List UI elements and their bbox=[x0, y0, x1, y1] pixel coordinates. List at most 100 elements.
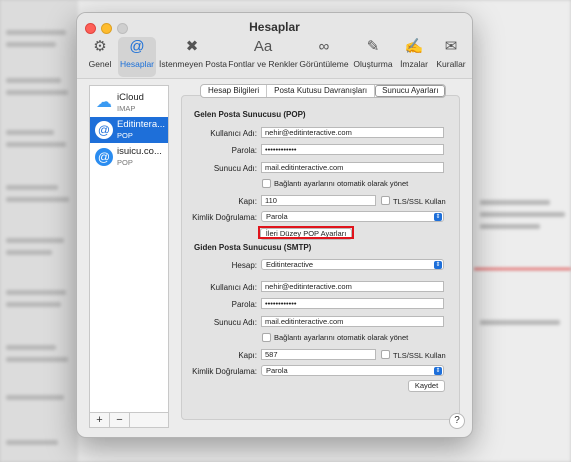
background-text bbox=[6, 142, 66, 147]
toolbar-label: Oluşturma bbox=[353, 59, 393, 69]
outgoing-port-field[interactable]: 587 bbox=[261, 349, 376, 360]
incoming-username-label: Kullanıcı Adı: bbox=[210, 129, 257, 138]
background-text bbox=[6, 250, 52, 255]
account-type: IMAP bbox=[117, 104, 136, 113]
incoming-server-field[interactable]: mail.editinteractive.com bbox=[261, 162, 444, 173]
background-text bbox=[6, 78, 61, 83]
background-text bbox=[6, 290, 66, 295]
background-text bbox=[480, 200, 550, 205]
highlight-box bbox=[258, 226, 354, 239]
rules-icon: ✉ bbox=[444, 38, 458, 55]
outgoing-account-label: Hesap: bbox=[231, 261, 257, 270]
outgoing-username-field[interactable]: nehir@editinteractive.com bbox=[261, 281, 444, 292]
outgoing-password-field[interactable]: •••••••••••• bbox=[261, 298, 444, 309]
outgoing-password-label: Parola: bbox=[231, 300, 257, 309]
outgoing-auto-manage-label: Bağlantı ayarlarını otomatik olarak yöne… bbox=[274, 333, 409, 342]
incoming-tls-label: TLS/SSL Kullan bbox=[393, 197, 446, 206]
gear-icon: ⚙ bbox=[93, 38, 107, 55]
signature-icon: ✍ bbox=[404, 38, 424, 55]
toolbar-signatures[interactable]: ✍ İmzalar bbox=[396, 37, 432, 77]
outgoing-auto-manage-checkbox[interactable] bbox=[262, 333, 271, 342]
fonts-icon: Aa bbox=[253, 38, 273, 55]
save-button[interactable]: Kaydet bbox=[408, 380, 445, 392]
chevron-updown-icon: ⇕ bbox=[434, 367, 442, 375]
incoming-auto-manage-checkbox[interactable] bbox=[262, 179, 271, 188]
outgoing-tls-label: TLS/SSL Kullan bbox=[393, 351, 446, 360]
toolbar-rules[interactable]: ✉ Kurallar bbox=[433, 37, 469, 77]
toolbar-fonts-colors[interactable]: Aa Fontlar ve Renkler bbox=[227, 37, 299, 77]
background-text bbox=[6, 395, 64, 400]
background-text bbox=[6, 440, 58, 445]
add-account-button[interactable]: + bbox=[90, 413, 110, 427]
at-icon: @ bbox=[95, 148, 113, 166]
background-text bbox=[6, 302, 61, 307]
outgoing-server-label: Sunucu Adı: bbox=[213, 318, 257, 327]
account-type: POP bbox=[117, 131, 133, 140]
toolbar-viewing[interactable]: ∞ Görüntüleme bbox=[299, 37, 349, 77]
incoming-auth-select[interactable]: Parola ⇕ bbox=[261, 211, 444, 222]
incoming-auto-manage-label: Bağlantı ayarlarını otomatik olarak yöne… bbox=[274, 179, 409, 188]
incoming-password-field[interactable]: •••••••••••• bbox=[261, 144, 444, 155]
background-text bbox=[6, 238, 64, 243]
incoming-password-label: Parola: bbox=[231, 146, 257, 155]
help-button[interactable]: ? bbox=[449, 413, 465, 429]
outgoing-section-title: Giden Posta Sunucusu (SMTP) bbox=[194, 243, 312, 252]
incoming-server-label: Sunucu Adı: bbox=[213, 164, 257, 173]
toolbar-label: Hesaplar bbox=[119, 59, 155, 69]
chevron-updown-icon: ⇕ bbox=[434, 213, 442, 221]
outgoing-auth-select[interactable]: Parola ⇕ bbox=[261, 365, 444, 376]
junk-mail-icon: ✖ bbox=[185, 38, 199, 55]
incoming-auth-value: Parola bbox=[266, 212, 288, 221]
accounts-list-footer: + − bbox=[90, 412, 168, 427]
toolbar-junk-mail[interactable]: ✖ İstenmeyen Posta bbox=[159, 37, 228, 77]
background-text bbox=[6, 130, 54, 135]
titlebar: Hesaplar ⚙ Genel @ Hesaplar ✖ İstenmeyen… bbox=[77, 13, 472, 79]
tab-account-info[interactable]: Hesap Bilgileri bbox=[201, 85, 268, 97]
toolbar-label: Kurallar bbox=[436, 59, 466, 69]
incoming-port-label: Kapı: bbox=[238, 197, 257, 206]
toolbar-label: Görüntüleme bbox=[299, 59, 349, 69]
at-icon: @ bbox=[129, 38, 145, 55]
outgoing-username-label: Kullanıcı Adı: bbox=[210, 283, 257, 292]
background-text bbox=[6, 185, 58, 190]
account-item-icloud[interactable]: ☁ iCloud IMAP bbox=[90, 90, 168, 116]
outgoing-port-label: Kapı: bbox=[238, 351, 257, 360]
toolbar-accounts[interactable]: @ Hesaplar bbox=[118, 37, 156, 77]
chevron-updown-icon: ⇕ bbox=[434, 261, 442, 269]
toolbar-label: İstenmeyen Posta bbox=[159, 59, 228, 69]
toolbar-general[interactable]: ⚙ Genel bbox=[83, 37, 117, 77]
background-text bbox=[6, 42, 56, 47]
tab-server-settings[interactable]: Sunucu Ayarları bbox=[375, 85, 446, 97]
background-sidebar bbox=[0, 0, 78, 462]
incoming-tls-checkbox[interactable] bbox=[381, 196, 390, 205]
cloud-icon: ☁ bbox=[96, 94, 112, 111]
incoming-auth-label: Kimlik Doğrulama: bbox=[192, 213, 257, 222]
accounts-window: Hesaplar ⚙ Genel @ Hesaplar ✖ İstenmeyen… bbox=[76, 12, 473, 438]
outgoing-account-value: Editinteractive bbox=[266, 260, 314, 269]
outgoing-auth-label: Kimlik Doğrulama: bbox=[192, 367, 257, 376]
background-text bbox=[480, 212, 565, 217]
outgoing-server-field[interactable]: mail.editinteractive.com bbox=[261, 316, 444, 327]
tab-mailbox-behaviors[interactable]: Posta Kutusu Davranışları bbox=[267, 85, 376, 97]
toolbar-label: Fontlar ve Renkler bbox=[228, 59, 298, 69]
at-icon: @ bbox=[95, 121, 113, 139]
toolbar-label: Genel bbox=[88, 59, 112, 69]
incoming-section-title: Gelen Posta Sunucusu (POP) bbox=[194, 110, 306, 119]
background-text bbox=[6, 357, 68, 362]
outgoing-account-select[interactable]: Editinteractive ⇕ bbox=[261, 259, 444, 270]
remove-account-button[interactable]: − bbox=[110, 413, 130, 427]
outgoing-auth-value: Parola bbox=[266, 366, 288, 375]
toolbar-composing[interactable]: ✎ Oluşturma bbox=[351, 37, 395, 77]
background-text bbox=[480, 320, 560, 325]
account-name: iCloud bbox=[117, 92, 144, 103]
account-type: POP bbox=[117, 158, 133, 167]
background-text bbox=[6, 90, 68, 95]
background-text bbox=[480, 224, 540, 229]
incoming-username-field[interactable]: nehir@editinteractive.com bbox=[261, 127, 444, 138]
background-text bbox=[6, 197, 69, 202]
settings-tabs: Hesap Bilgileri Posta Kutusu Davranışlar… bbox=[200, 84, 447, 98]
glasses-icon: ∞ bbox=[318, 38, 330, 55]
outgoing-tls-checkbox[interactable] bbox=[381, 350, 390, 359]
incoming-port-field[interactable]: 110 bbox=[261, 195, 376, 206]
background-text bbox=[6, 345, 56, 350]
